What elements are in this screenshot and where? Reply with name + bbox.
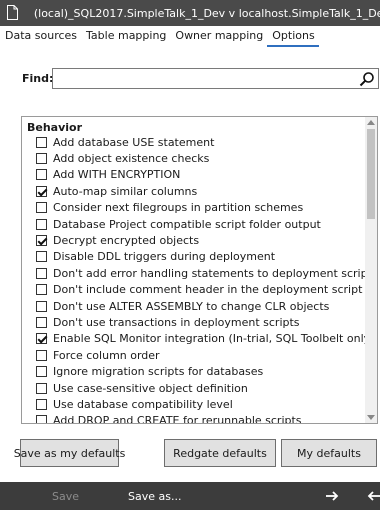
- arrow-right-icon[interactable]: [324, 488, 340, 504]
- option-label: Add object existence checks: [53, 152, 210, 166]
- option-row[interactable]: Auto-map similar columns: [22, 183, 377, 199]
- save-as-my-defaults-button[interactable]: Save as my defaults: [14, 439, 125, 467]
- option-label: Force column order: [53, 348, 160, 362]
- option-row[interactable]: Database Project compatible script folde…: [22, 216, 377, 232]
- option-row[interactable]: Add object existence checks: [22, 150, 377, 166]
- option-row[interactable]: Don't use ALTER ASSEMBLY to change CLR o…: [22, 298, 377, 314]
- option-checkbox[interactable]: [36, 202, 47, 214]
- option-label: Database Project compatible script folde…: [53, 217, 321, 231]
- option-label: Don't include comment header in the depl…: [53, 283, 363, 297]
- option-checkbox[interactable]: [36, 316, 47, 328]
- option-row[interactable]: Enable SQL Monitor integration (In-trial…: [22, 331, 377, 347]
- options-list: Behavior Add database USE statement Add o…: [21, 116, 378, 424]
- tab-bar: Data sources Table mapping Owner mapping…: [0, 27, 319, 47]
- find-label: Find:: [22, 72, 54, 85]
- find-input[interactable]: [53, 69, 353, 88]
- search-icon[interactable]: [359, 71, 375, 87]
- option-label: Don't use ALTER ASSEMBLY to change CLR o…: [53, 299, 330, 313]
- tab-data-sources[interactable]: Data sources: [0, 27, 81, 47]
- option-checkbox[interactable]: [36, 300, 47, 312]
- arrow-left-icon[interactable]: [366, 488, 380, 504]
- option-row[interactable]: Decrypt encrypted objects: [22, 232, 377, 248]
- title-bar: (local)_SQL2017.SimpleTalk_1_Dev v local…: [0, 0, 380, 26]
- scroll-up-icon[interactable]: [367, 120, 375, 125]
- option-checkbox[interactable]: [36, 382, 47, 394]
- option-row[interactable]: Consider next filegroups in partition sc…: [22, 200, 377, 216]
- option-checkbox[interactable]: [36, 267, 47, 279]
- scroll-down-icon[interactable]: [367, 415, 375, 420]
- option-checkbox[interactable]: [36, 153, 47, 165]
- option-label: Don't use transactions in deployment scr…: [53, 315, 300, 329]
- option-row[interactable]: Disable DDL triggers during deployment: [22, 249, 377, 265]
- tab-options[interactable]: Options: [267, 27, 319, 47]
- option-checkbox[interactable]: [36, 415, 47, 423]
- option-label: Add DROP and CREATE for rerunnable scrip…: [53, 414, 302, 424]
- find-row: Find:: [22, 68, 379, 89]
- option-checkbox[interactable]: [36, 251, 47, 263]
- scroll-thumb[interactable]: [367, 129, 375, 219]
- option-label: Add WITH ENCRYPTION: [53, 168, 181, 182]
- option-row[interactable]: Don't add error handling statements to d…: [22, 265, 377, 281]
- option-checkbox[interactable]: [36, 185, 47, 197]
- option-row[interactable]: Don't include comment header in the depl…: [22, 282, 377, 298]
- option-checkbox[interactable]: [36, 235, 47, 247]
- option-label: Add database USE statement: [53, 135, 215, 149]
- option-row[interactable]: Don't use transactions in deployment scr…: [22, 314, 377, 330]
- footer-bar: Save Save as...: [0, 482, 380, 510]
- option-row[interactable]: Force column order: [22, 347, 377, 363]
- option-checkbox[interactable]: [36, 169, 47, 181]
- window-title: (local)_SQL2017.SimpleTalk_1_Dev v local…: [33, 6, 380, 20]
- option-row[interactable]: Add database USE statement: [22, 134, 377, 150]
- option-checkbox[interactable]: [36, 366, 47, 378]
- options-rows: Add database USE statement Add object exi…: [22, 134, 377, 424]
- option-label: Consider next filegroups in partition sc…: [53, 201, 304, 215]
- option-label: Ignore migration scripts for databases: [53, 365, 264, 379]
- tab-table-mapping[interactable]: Table mapping: [81, 27, 170, 47]
- option-row[interactable]: Use case-sensitive object definition: [22, 380, 377, 396]
- option-row[interactable]: Use database compatibility level: [22, 396, 377, 412]
- option-label: Use database compatibility level: [53, 397, 233, 411]
- document-icon: [7, 5, 20, 21]
- vertical-scrollbar[interactable]: [365, 117, 377, 423]
- option-row[interactable]: Add DROP and CREATE for rerunnable scrip…: [22, 413, 377, 424]
- option-checkbox[interactable]: [36, 218, 47, 230]
- option-label: Disable DDL triggers during deployment: [53, 250, 276, 264]
- option-checkbox[interactable]: [36, 349, 47, 361]
- option-checkbox[interactable]: [36, 284, 47, 296]
- save-as-button[interactable]: Save as...: [128, 490, 181, 503]
- option-label: Don't add error handling statements to d…: [53, 266, 378, 280]
- option-checkbox[interactable]: [36, 398, 47, 410]
- option-label: Auto-map similar columns: [53, 184, 198, 198]
- option-checkbox[interactable]: [36, 136, 47, 148]
- section-header-behavior: Behavior: [27, 121, 83, 134]
- find-box: [52, 68, 379, 89]
- option-label: Use case-sensitive object definition: [53, 381, 248, 395]
- redgate-defaults-button[interactable]: Redgate defaults: [164, 439, 276, 467]
- save-button[interactable]: Save: [52, 490, 79, 503]
- my-defaults-button[interactable]: My defaults: [281, 439, 377, 467]
- option-label: Enable SQL Monitor integration (In-trial…: [53, 332, 375, 346]
- option-label: Decrypt encrypted objects: [53, 234, 200, 248]
- option-row[interactable]: Ignore migration scripts for databases: [22, 363, 377, 379]
- option-row[interactable]: Add WITH ENCRYPTION: [22, 167, 377, 183]
- tab-owner-mapping[interactable]: Owner mapping: [170, 27, 267, 47]
- option-checkbox[interactable]: [36, 333, 47, 345]
